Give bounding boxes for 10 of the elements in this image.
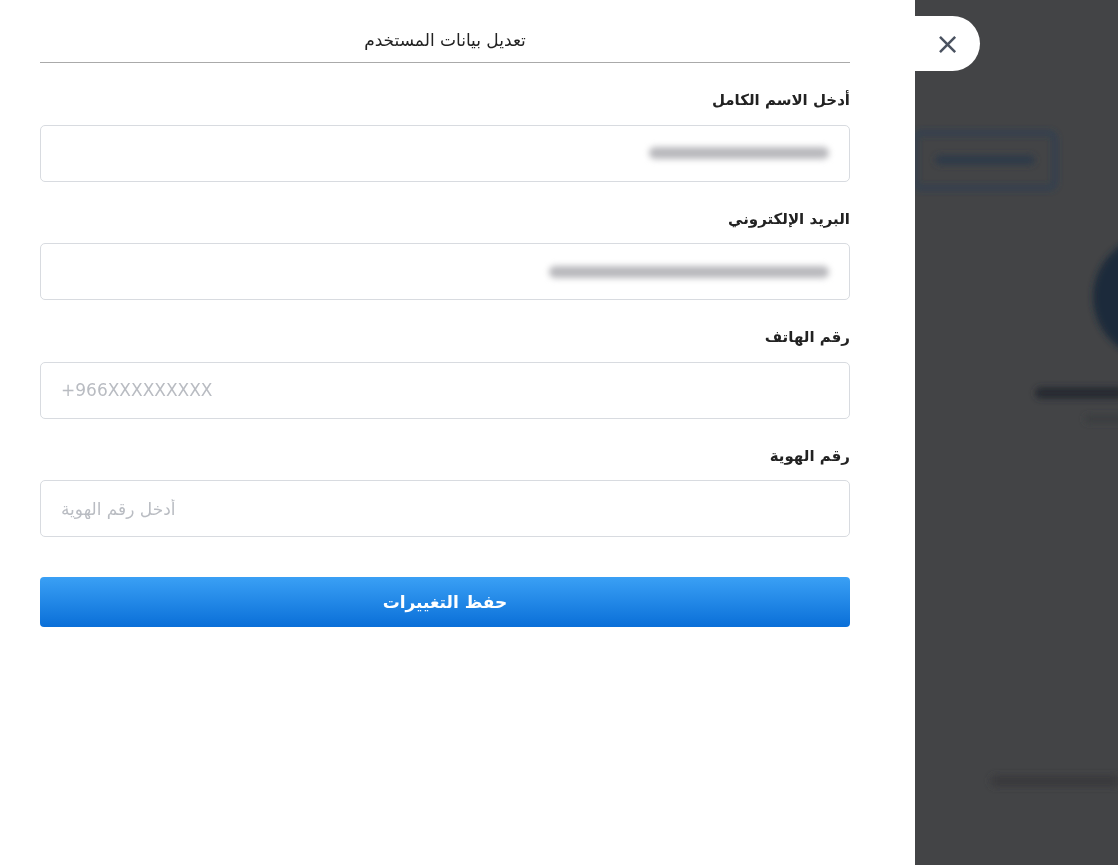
input-field[interactable] <box>40 243 850 301</box>
dialog-title: تعديل بيانات المستخدم <box>40 0 850 64</box>
close-button[interactable]: × <box>915 16 980 71</box>
save-button[interactable]: حفظ التغييرات <box>40 577 850 628</box>
field-label: رقم الهوية <box>768 445 850 467</box>
input-field[interactable]: +966XXXXXXXXX <box>40 361 850 419</box>
input-field[interactable] <box>40 124 850 182</box>
field-label: رقم الهاتف <box>763 327 850 349</box>
field-label: البريد الإلكتروني <box>727 208 850 230</box>
field-label: أدخل الاسم الكامل <box>710 89 850 112</box>
